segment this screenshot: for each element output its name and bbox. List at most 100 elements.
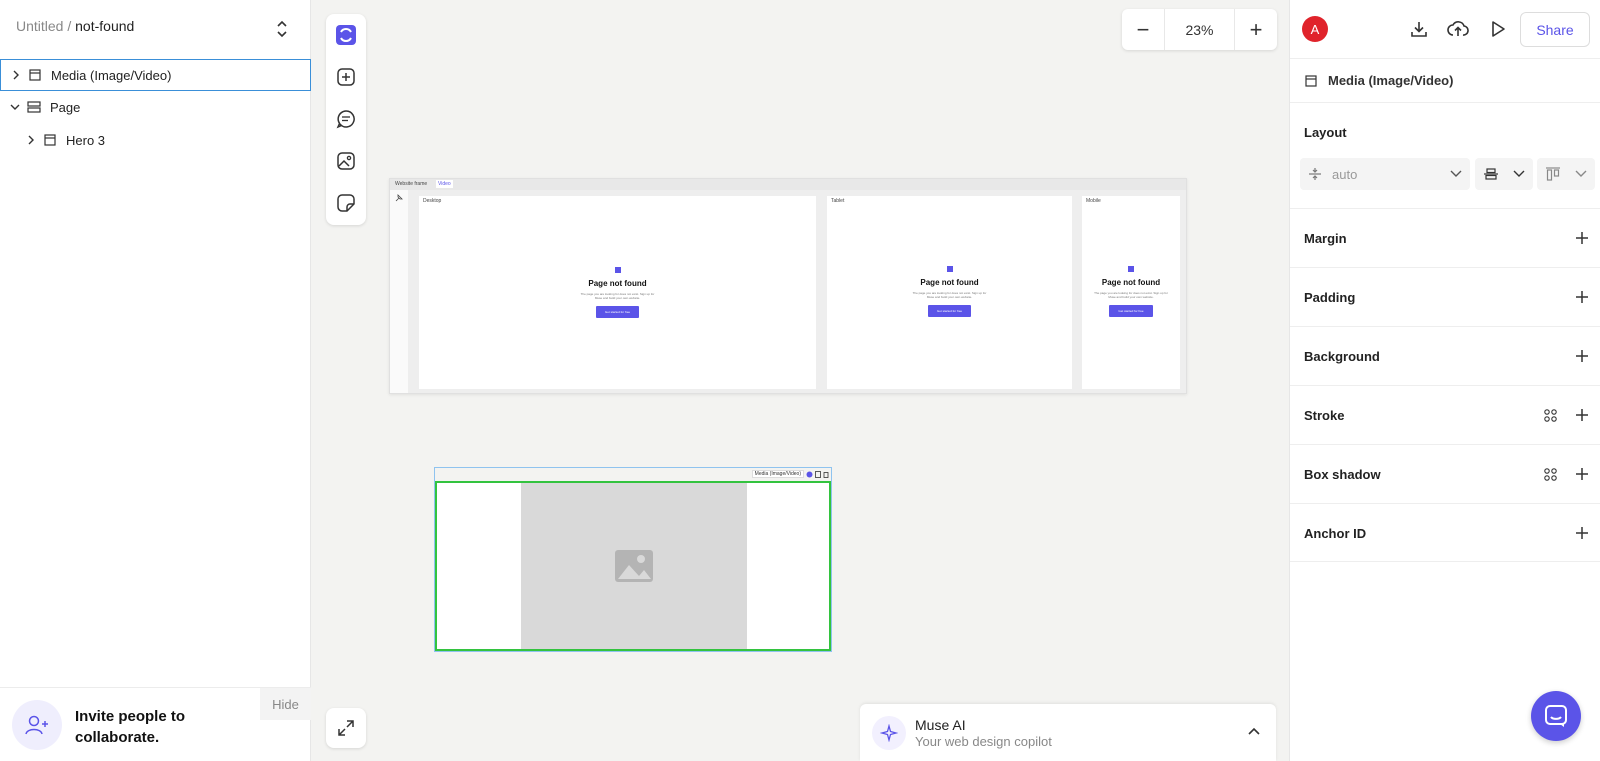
muse-ai-panel[interactable]: Muse AI Your web design copilot	[860, 704, 1276, 761]
section-box-shadow[interactable]: Box shadow	[1290, 444, 1600, 503]
layer-page[interactable]: Page	[0, 91, 311, 123]
layout-mode-select[interactable]: auto	[1300, 158, 1470, 190]
download-icon[interactable]	[1408, 18, 1430, 40]
chat-support-icon[interactable]	[1531, 691, 1581, 741]
media-block[interactable]: Media (Image/Video)	[434, 467, 832, 652]
play-preview-icon[interactable]	[1487, 18, 1509, 40]
layout-heading: Layout	[1304, 125, 1347, 140]
section-background[interactable]: Background	[1290, 326, 1600, 385]
sticky-note-icon[interactable]	[334, 191, 358, 215]
image-icon[interactable]	[334, 149, 358, 173]
style-presets-icon[interactable]	[1543, 467, 1557, 481]
zoom-out-button[interactable]: −	[1122, 9, 1164, 50]
layer-media[interactable]: Media (Image/Video)	[0, 59, 311, 91]
media-selection[interactable]	[435, 481, 831, 651]
zoom-value[interactable]: 23%	[1164, 9, 1235, 50]
frame-title: Website frame	[395, 181, 428, 187]
plus-icon[interactable]	[1573, 465, 1591, 483]
image-placeholder-icon	[615, 550, 653, 582]
screen-label: Tablet	[831, 198, 845, 204]
mobile-screen[interactable]: Mobile Page not found The page you are l…	[1082, 196, 1180, 389]
chevron-right-icon[interactable]	[24, 133, 38, 147]
plus-icon[interactable]	[1573, 288, 1591, 306]
chevron-right-icon[interactable]	[9, 68, 23, 82]
add-user-icon[interactable]	[12, 700, 62, 750]
publish-cloud-icon[interactable]	[1447, 18, 1469, 40]
delete-icon	[823, 471, 829, 478]
layer-label: Media (Image/Video)	[51, 67, 172, 83]
muse-logo-icon[interactable]	[334, 23, 358, 47]
frame-header: Website frame Video	[390, 179, 1186, 190]
section-stroke[interactable]: Stroke	[1290, 385, 1600, 444]
breadcrumb[interactable]: Untitled / not-found	[16, 18, 134, 34]
muse-subtitle: Your web design copilot	[915, 734, 1052, 749]
section-label: Margin	[1304, 231, 1347, 246]
frame-badge: Video	[436, 180, 453, 188]
section-label: Anchor ID	[1304, 526, 1367, 541]
selected-element: Media (Image/Video)	[1290, 58, 1600, 103]
invite-panel: Invite people to collaborate. Hide	[0, 687, 311, 761]
screen-label: Mobile	[1086, 198, 1101, 204]
chevron-down-icon	[1575, 170, 1587, 177]
not-found-text: The page you are looking for does not ex…	[912, 291, 987, 299]
section-anchor-id[interactable]: Anchor ID	[1290, 503, 1600, 562]
share-button[interactable]: Share	[1520, 12, 1590, 47]
hide-button[interactable]: Hide	[260, 688, 311, 720]
breadcrumb-page[interactable]: not-found	[75, 18, 134, 34]
section-padding[interactable]: Padding	[1290, 267, 1600, 326]
desktop-screen[interactable]: Desktop Page not found The page you are …	[419, 196, 816, 389]
layout-mode-value: auto	[1332, 166, 1358, 182]
section-label: Box shadow	[1304, 467, 1381, 482]
get-started-button[interactable]: Get started for free	[1109, 305, 1153, 317]
website-frame[interactable]: Website frame Video Desktop Page not fou…	[389, 178, 1187, 394]
muse-title: Muse AI	[915, 717, 966, 733]
comment-icon[interactable]	[334, 107, 358, 131]
section-layer-icon	[42, 132, 58, 148]
layer-label: Page	[50, 99, 81, 115]
properties-panel: A Share Media (Image/Video) Layout auto …	[1289, 0, 1600, 761]
layer-hero-3[interactable]: Hero 3	[0, 124, 311, 156]
media-element-icon	[1304, 74, 1318, 88]
not-found-heading: Page not found	[588, 279, 647, 288]
tablet-screen[interactable]: Tablet Page not found The page you are l…	[827, 196, 1072, 389]
plus-icon[interactable]	[1573, 229, 1591, 247]
breadcrumb-project[interactable]: Untitled	[16, 18, 63, 34]
align-top-icon	[1546, 167, 1560, 181]
align-select[interactable]	[1475, 158, 1533, 190]
get-started-button[interactable]: Get started for free	[595, 306, 640, 318]
ai-icon	[806, 471, 813, 477]
get-started-button[interactable]: Get started for free	[927, 305, 972, 317]
page-layer-icon	[26, 99, 42, 115]
section-margin[interactable]: Margin	[1290, 208, 1600, 267]
chevron-down-icon	[1513, 170, 1525, 177]
section-label: Stroke	[1304, 408, 1345, 423]
media-layer-icon	[27, 67, 43, 83]
page-switcher-icon[interactable]	[272, 18, 292, 40]
not-found-block: Page not found The page you are looking …	[827, 266, 1072, 317]
not-found-block: Page not found The page you are looking …	[1082, 266, 1180, 317]
logo-icon	[614, 267, 621, 273]
zoom-in-button[interactable]: +	[1235, 9, 1277, 50]
media-toolbar: Media (Image/Video)	[751, 469, 829, 479]
align-center-icon	[1484, 168, 1498, 180]
user-avatar[interactable]: A	[1302, 16, 1328, 42]
chevron-up-icon[interactable]	[1246, 723, 1262, 739]
not-found-text: The page you are looking for does not ex…	[580, 292, 655, 300]
plus-icon[interactable]	[1573, 347, 1591, 365]
logo-icon	[946, 266, 953, 272]
add-element-icon[interactable]	[334, 65, 358, 89]
not-found-block: Page not found The page you are looking …	[419, 267, 816, 318]
chevron-down-icon[interactable]	[8, 100, 22, 114]
distribute-select[interactable]	[1537, 158, 1595, 190]
image-placeholder[interactable]	[521, 483, 747, 649]
fullscreen-icon[interactable]	[326, 708, 366, 748]
chevron-down-icon	[1450, 170, 1462, 177]
plus-icon[interactable]	[1573, 406, 1591, 424]
zoom-control: − 23% +	[1122, 9, 1277, 50]
invite-text[interactable]: Invite people to collaborate.	[75, 706, 225, 748]
not-found-text: The page you are looking for does not ex…	[1094, 291, 1168, 299]
layers-sidebar: Untitled / not-found Media (Image/Video)…	[0, 0, 311, 761]
selected-element-label: Media (Image/Video)	[1328, 73, 1454, 88]
style-presets-icon[interactable]	[1543, 408, 1557, 422]
plus-icon[interactable]	[1573, 524, 1591, 542]
